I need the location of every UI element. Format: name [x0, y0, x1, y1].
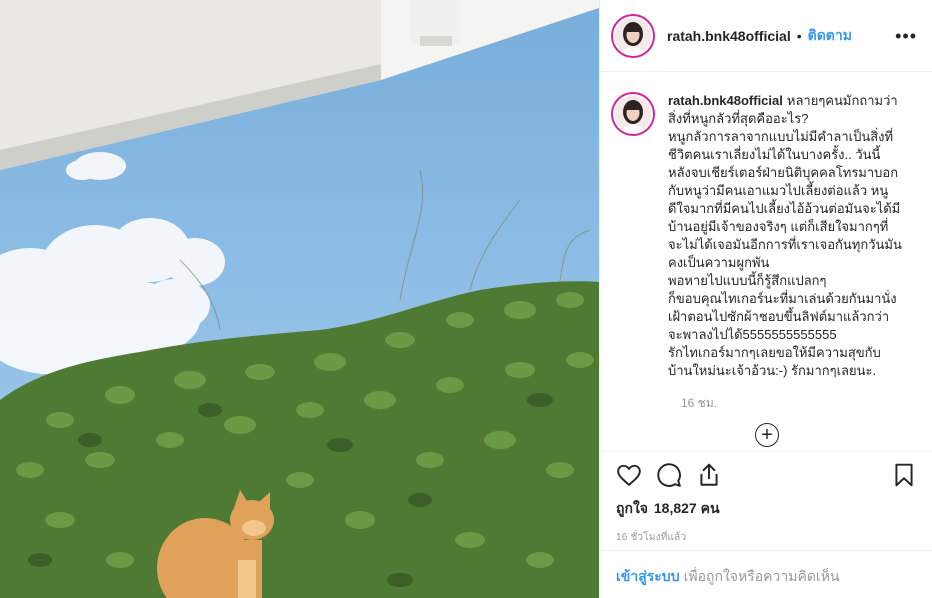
avatar[interactable]	[613, 15, 653, 56]
likes-number: 18,827 คน	[653, 500, 720, 516]
caption-line: บ้านอยู่มีเจ้าของจริงๆ แต่ก็เสียใจมากๆที…	[668, 219, 889, 234]
caption-line: เฝ้าตอนไปซักผ้าชอบขึ้นลิฟต์มาแล้วกว่า	[668, 309, 890, 324]
clouds	[0, 152, 225, 375]
post-header: ratah.bnk48official • ติดตาม •••	[600, 0, 932, 72]
plus-circle-icon[interactable]: +	[755, 423, 779, 447]
caption-text: ratah.bnk48official หลายๆคนมักถามว่า สิ่ง…	[668, 92, 908, 380]
caption-line: หลังจบเชียร์เตอร์ฝ่ายนิติบุคคลโทรมาบอก	[668, 165, 899, 180]
avatar-portrait	[615, 96, 651, 132]
bookmark-icon[interactable]	[891, 462, 917, 488]
caption-line: ดีใจมากที่มีคนไปเลี้ยงไอ้อ้วนต่อมันจะได้…	[668, 201, 901, 216]
caption-line: คงเป็นความผูกพัน	[668, 255, 770, 270]
likes-count[interactable]: ถูกใจ 18,827 คน	[616, 498, 917, 520]
caption-line: หนูกลัวการลาจากแบบไม่มีคำลาเป็นสิ่งที่	[668, 129, 894, 144]
heart-icon[interactable]	[616, 462, 642, 488]
caption-line: กับหนูว่ามีคนเอาแมวไปเลี้ยงต่อแล้ว หนู	[668, 183, 889, 198]
separator-dot: •	[796, 27, 802, 44]
caption-line: ratah.bnk48official หลายๆคนมักถามว่า	[668, 93, 898, 108]
login-link[interactable]: เข้าสู่ระบบ	[616, 568, 680, 584]
caption-line: รักไทเกอร์มากๆเลยขอให้มีความสุขกับ	[668, 345, 881, 360]
caption-line: ชีวิตคนเราเลี่ยงไม่ได้ในบางครั้ง.. วันนี…	[668, 147, 881, 162]
caption-line: จะพาลงไปได้5555555555555	[668, 327, 837, 342]
caption-time: 16 ชม.	[681, 396, 718, 410]
post-username[interactable]: ratah.bnk48official	[667, 28, 791, 44]
follow-button[interactable]: ติดตาม	[808, 25, 852, 47]
post-photo[interactable]	[0, 0, 599, 598]
caption: ratah.bnk48official หลายๆคนมักถามว่า สิ่ง…	[613, 92, 917, 380]
more-options-icon[interactable]: •••	[895, 26, 917, 47]
action-icons	[616, 462, 917, 488]
caption-line: สิ่งที่หนูกลัวที่สุดคืออะไร?	[668, 111, 809, 126]
post-actions: ถูกใจ 18,827 คน 16 ชั่วโมงที่แล้ว	[600, 451, 932, 545]
post-timestamp: 16 ชั่วโมงที่แล้ว	[616, 532, 687, 543]
likes-label: ถูกใจ	[616, 500, 648, 516]
caption-line: พอหายไปแบบนี้ก็รู้สึกแปลกๆ	[668, 273, 827, 288]
caption-avatar[interactable]	[613, 94, 653, 134]
avatar-portrait	[615, 17, 651, 54]
caption-line: จะไม่ได้เจอมันอีกการที่เราเจอกันทุกวันมั…	[668, 237, 902, 252]
comments-area: ratah.bnk48official หลายๆคนมักถามว่า สิ่ง…	[600, 72, 932, 450]
caption-username[interactable]: ratah.bnk48official	[668, 93, 783, 108]
comment-icon[interactable]	[656, 462, 682, 488]
login-prompt: เข้าสู่ระบบ เพื่อถูกใจหรือความคิดเห็น	[600, 550, 932, 598]
post-side-panel: ratah.bnk48official • ติดตาม ••• ratah.b…	[599, 0, 932, 598]
login-prompt-text: เพื่อถูกใจหรือความคิดเห็น	[683, 568, 840, 584]
photo-scene	[0, 0, 599, 598]
caption-line: ก็ขอบคุณไทเกอร์นะที่มาเล่นด้วยกันมานั่ง	[668, 291, 897, 306]
share-icon[interactable]	[696, 462, 722, 488]
caption-line: บ้านใหม่นะเจ้าอ้วน:-) รักมากๆเลยนะ.	[668, 363, 877, 378]
